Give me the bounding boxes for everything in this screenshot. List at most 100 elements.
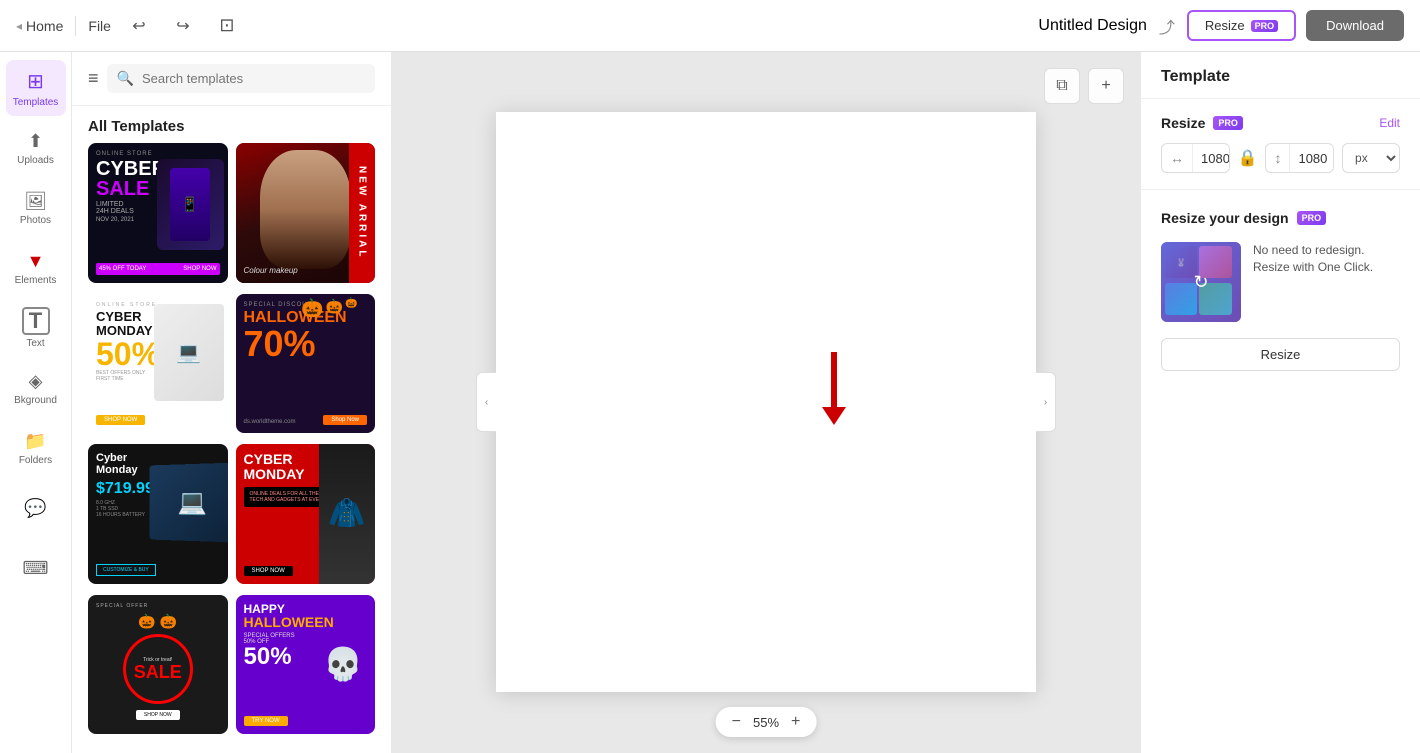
icon-sidebar: ⊞ Templates ⬆ Uploads 🖼 Photos ▼ Element… [0,52,72,753]
resize-design-button[interactable]: Resize [1161,338,1400,371]
template-card-cyber-sale[interactable]: 📱 ONLINE STORE CYBER SALE LIMITED 24H DE… [88,143,228,283]
right-panel: Template Resize PRO Edit ↔ 🔒 ↕ [1140,52,1420,753]
shop-now-red[interactable]: SHOP NOW [244,566,293,576]
templates-grid: 📱 ONLINE STORE CYBER SALE LIMITED 24H DE… [72,143,391,753]
zoom-in-btn[interactable]: + [791,713,800,731]
resize-preview: 🐰 ↻ No need to redesign. Resize with One… [1161,242,1400,322]
background-label: Bkground [14,395,57,406]
sidebar-item-background[interactable]: ◈ Bkground [6,360,66,416]
sidebar-item-templates[interactable]: ⊞ Templates [6,60,66,116]
halloween-figure: 💀 [315,595,371,735]
text-icon: T [22,307,50,335]
search-icon: 🔍 [117,70,134,87]
edit-link[interactable]: Edit [1379,116,1400,130]
save-icon-button[interactable]: ⊡ [211,10,243,42]
customize-btn[interactable]: CUSTOMIZE & BUY [96,564,156,576]
template-card-happy-halloween[interactable]: HAPPY HALLOWEEN SPECIAL OFFERS50% OFF 50… [236,595,376,735]
special-offer: SPECIAL OFFER [96,603,148,609]
topbar-left: ◂ Home File ↩ ↪ ⊡ [16,10,1026,42]
arrow-stem [831,352,837,407]
templates-label: Templates [13,97,59,108]
width-icon: ↔ [1162,144,1193,172]
templates-panel-header: ≡ 🔍 [72,52,391,106]
resize-design-pro-badge: PRO [1297,211,1327,225]
zoom-out-btn[interactable]: − [732,713,741,731]
unit-select[interactable]: px in mm [1342,143,1400,173]
resize-design-button-label: Resize [1261,347,1301,362]
resize-preview-text: No need to redesign. Resize with One Cli… [1253,242,1400,276]
download-label: Download [1326,18,1384,33]
new-arrival-side: NEW ARRIAL [349,143,375,283]
shop-now-trick[interactable]: SHOP NOW [136,710,180,720]
share-icon[interactable]: ⤴ [1159,14,1175,38]
canvas-toolbar: ⧉ + [1044,68,1124,104]
online-store-label: ONLINE STORE [96,151,220,157]
sidebar-item-text[interactable]: T Text [6,300,66,356]
folders-label: Folders [19,455,52,466]
add-icon: + [1101,77,1110,95]
template-card-new-arrival[interactable]: Colour makeup NEW ARRIAL [236,143,376,283]
undo-button[interactable]: ↩ [123,10,155,42]
home-label: Home [26,18,63,34]
sale-circle: Trick or treat! SALE [123,634,193,704]
design-canvas[interactable]: ‹ › [496,112,1036,692]
file-menu[interactable]: File [88,18,111,34]
add-page-btn[interactable]: + [1088,68,1124,104]
width-input[interactable] [1193,145,1230,172]
download-button[interactable]: Download [1306,10,1404,41]
halloween-pumpkins: 🎃 🎃 [138,613,177,630]
left-collapse-btn[interactable]: ‹ [476,372,496,432]
right-panel-title: Template [1161,68,1230,85]
duplicate-icon: ⧉ [1056,77,1067,95]
right-collapse-btn[interactable]: › [1036,372,1056,432]
shop-now-btn[interactable]: SHOP NOW [96,415,145,425]
height-input[interactable] [1290,145,1334,172]
dimension-row: ↔ 🔒 ↕ px in mm [1161,143,1400,173]
sidebar-item-photos[interactable]: 🖼 Photos [6,180,66,236]
right-panel-header: Template [1141,52,1420,99]
elements-label: Elements [15,275,57,286]
lock-icon[interactable]: 🔒 [1238,148,1258,168]
template-card-cyber-monday-laptop[interactable]: CyberMonday $719.99 8.0 GHZ1 TB SSD16 HO… [88,444,228,584]
photos-label: Photos [20,215,51,226]
comments-icon: 💬 [24,498,46,519]
template-card-halloween-70[interactable]: 🎃 🎃 🎃 Special Discount HALLOWEEN 70% Sho… [236,294,376,434]
colour-makeup-label: Colour makeup [244,266,298,275]
arrow-head [822,407,846,425]
sidebar-item-comments[interactable]: 💬 [6,480,66,536]
zoom-bar: − 55% + [716,707,817,737]
hamburger-menu[interactable]: ≡ [88,68,99,89]
background-icon: ◈ [29,371,43,392]
width-input-group: ↔ [1161,143,1230,173]
try-now-btn[interactable]: TRY NOW [244,716,288,726]
resize-label-row: Resize PRO [1161,115,1243,131]
document-title: Untitled Design [1038,17,1147,35]
resize-label: Resize [1161,115,1205,131]
home-button[interactable]: ◂ Home [16,18,63,34]
resize-button[interactable]: Resize PRO [1187,10,1296,41]
seventy-pct: 70% [244,326,368,362]
arrow-indicator [822,352,846,425]
template-card-cyber-monday-white[interactable]: ONLINE STORE CYBERMONDAY 50% BEST OFFERS… [88,294,228,434]
sidebar-item-keyboard[interactable]: ⌨ [6,540,66,596]
laptop-3d: 💻 [149,462,227,542]
topbar-center: Untitled Design ⤴ [1038,14,1175,38]
resize-pro-badge-right: PRO [1213,116,1243,130]
templates-icon: ⊞ [27,69,44,94]
sidebar-item-folders[interactable]: 📁 Folders [6,420,66,476]
laptop-img: 💻 [154,304,224,402]
shop-now-halloween[interactable]: Shop Now [323,415,367,425]
template-card-cyber-monday-red[interactable]: CYBERMONDAY ONLINE DEALS FOR ALL THE LAT… [236,444,376,584]
sidebar-item-elements[interactable]: ▼ Elements [6,240,66,296]
template-card-trick-treat[interactable]: SPECIAL OFFER 🎃 🎃 Trick or treat! SALE S… [88,595,228,735]
duplicate-canvas-btn[interactable]: ⧉ [1044,68,1080,104]
redo-button[interactable]: ↪ [167,10,199,42]
photos-icon: 🖼 [24,191,47,212]
text-label: Text [26,338,44,349]
topbar-right: Resize PRO Download [1187,10,1404,41]
sidebar-item-uploads[interactable]: ⬆ Uploads [6,120,66,176]
search-input[interactable] [142,71,365,86]
resize-button-label: Resize [1205,18,1245,33]
templates-panel: ≡ 🔍 All Templates 📱 ONLINE STORE CYBER S… [72,52,392,753]
search-bar: 🔍 [107,64,375,93]
